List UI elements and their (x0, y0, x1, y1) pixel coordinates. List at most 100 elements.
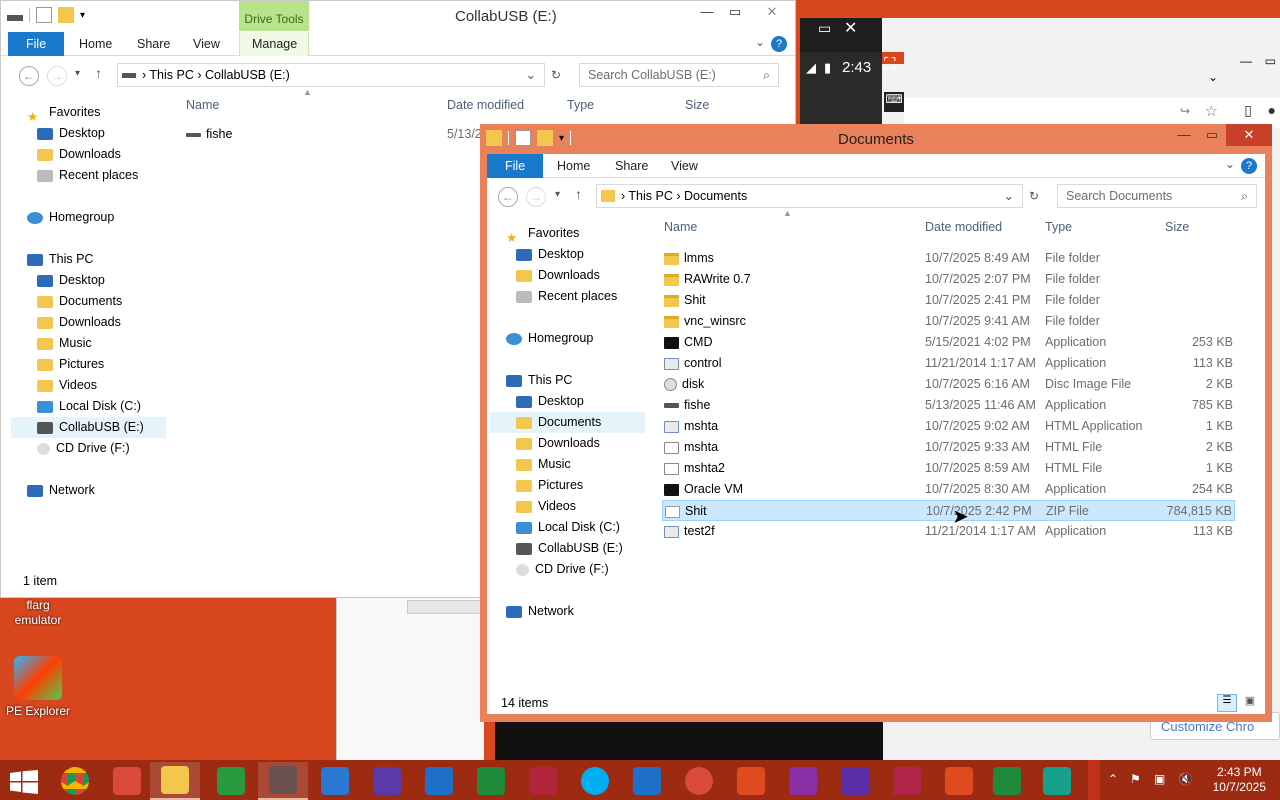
properties-icon[interactable] (515, 130, 531, 146)
search-input[interactable]: Search CollabUSB (E:) ⌕ (579, 63, 779, 87)
file-row[interactable]: disk 10/7/2025 6:16 AM Disc Image File 2 KB (662, 374, 1235, 395)
nav-desktop[interactable]: Desktop (516, 244, 584, 265)
nav-pc-local-disk[interactable]: Local Disk (C:) (516, 517, 620, 538)
volume-mute-icon[interactable]: 🔇 (1178, 772, 1193, 800)
maximize-icon[interactable]: ▭ (1265, 54, 1276, 68)
nav-pc-local-disk[interactable]: Local Disk (C:) (37, 396, 141, 417)
profile-icon[interactable]: ● (1268, 102, 1276, 118)
file-row[interactable]: Oracle VM 10/7/2025 8:30 AM Application 254… (662, 479, 1235, 500)
properties-icon[interactable] (36, 7, 52, 23)
taskbar-store[interactable] (206, 762, 256, 800)
file-row[interactable]: mshta2 10/7/2025 8:59 AM HTML File 1 KB (662, 458, 1235, 479)
nav-homegroup[interactable]: Homegroup (506, 328, 593, 349)
nav-pc-pictures[interactable]: Pictures (516, 475, 583, 496)
file-row[interactable]: RAWrite 0.7 10/7/2025 2:07 PM File folder (662, 269, 1235, 290)
close-button[interactable]: ✕ (1226, 124, 1272, 146)
breadcrumb-this-pc[interactable]: This PC (149, 68, 193, 82)
nav-pc-desktop[interactable]: Desktop (37, 270, 105, 291)
file-row[interactable]: Shit 10/7/2025 2:42 PM ZIP File 784,815 KB (662, 500, 1235, 521)
show-hidden-icons[interactable]: ⌃ (1108, 772, 1118, 800)
file-row[interactable]: mshta 10/7/2025 9:02 AM HTML Application 1 … (662, 416, 1235, 437)
nav-pc-videos[interactable]: Videos (37, 375, 97, 396)
breadcrumb-this-pc[interactable]: This PC (628, 189, 672, 203)
maximize-button[interactable]: ▭ (721, 1, 749, 23)
forward-button[interactable]: → (47, 66, 67, 86)
tab-home[interactable]: Home (67, 32, 124, 56)
nav-pc-cd-drive[interactable]: CD Drive (F:) (516, 559, 609, 580)
nav-pc-documents[interactable]: Documents (37, 291, 122, 312)
star-icon[interactable]: ☆ (1205, 102, 1218, 120)
file-row[interactable]: vnc_winsrc 10/7/2025 9:41 AM File folder (662, 311, 1235, 332)
tab-share[interactable]: Share (603, 154, 660, 178)
up-button[interactable]: ↑ (95, 65, 102, 81)
taskbar-weather[interactable] (310, 762, 360, 800)
nav-network[interactable]: Network (506, 601, 574, 622)
help-icon[interactable]: ? (771, 36, 787, 52)
address-bar[interactable]: › This PC › CollabUSB (E:) ⌄ (117, 63, 545, 87)
taskbar-people[interactable] (726, 762, 776, 800)
details-view-icon[interactable]: ☰ (1217, 694, 1237, 712)
customize-qa-icon[interactable]: ▾ (80, 10, 85, 21)
back-button[interactable]: ← (498, 187, 518, 207)
tab-view[interactable]: View (181, 32, 232, 56)
reading-icon[interactable]: ▯ (1244, 102, 1252, 119)
nav-recent-places[interactable]: Recent places (37, 165, 138, 186)
restore-icon[interactable]: ▭ (818, 20, 831, 37)
taskbar-chrome[interactable] (50, 762, 100, 800)
nav-downloads[interactable]: Downloads (516, 265, 600, 286)
taskbar-app-2[interactable] (258, 762, 308, 800)
maximize-button[interactable]: ▭ (1198, 124, 1226, 146)
file-row[interactable]: mshta 10/7/2025 9:33 AM HTML File 2 KB (662, 437, 1235, 458)
file-row[interactable]: lmms 10/7/2025 8:49 AM File folder (662, 248, 1235, 269)
column-header-date[interactable]: Date modified (447, 98, 524, 112)
taskbar-help[interactable] (674, 762, 724, 800)
taskbar-news[interactable] (518, 762, 568, 800)
column-header-date[interactable]: Date modified (925, 220, 1002, 234)
taskbar-file-explorer[interactable] (150, 762, 200, 800)
column-header-size[interactable]: Size (1165, 220, 1189, 234)
nav-pc-collabusb[interactable]: CollabUSB (E:) (11, 417, 166, 438)
column-header-name[interactable]: Name (186, 98, 219, 112)
nav-pc-music[interactable]: Music (37, 333, 92, 354)
taskbar-music[interactable] (934, 762, 984, 800)
nav-this-pc[interactable]: This PC (27, 249, 93, 270)
recent-locations-icon[interactable]: ▾ (75, 68, 80, 79)
taskbar-app[interactable] (102, 762, 152, 800)
large-icons-view-icon[interactable]: ▣ (1241, 694, 1259, 712)
chevron-down-icon[interactable]: ⌄ (1208, 70, 1218, 84)
flag-icon[interactable]: ⚑ (1130, 772, 1141, 800)
file-row[interactable]: fishe 5/13/2 (186, 124, 486, 145)
help-icon[interactable]: ? (1241, 158, 1257, 174)
new-folder-icon[interactable] (58, 7, 74, 23)
desktop-icon-flarg[interactable]: flarg emulator (0, 598, 76, 628)
fullscreen-icon[interactable]: ⛶ (884, 56, 904, 76)
taskbar-calendar[interactable] (830, 762, 880, 800)
taskbar-camera[interactable] (882, 762, 932, 800)
taskbar-mail[interactable] (414, 762, 464, 800)
taskbar-games[interactable] (362, 762, 412, 800)
expand-ribbon-icon[interactable]: ⌄ (755, 35, 765, 49)
minimize-icon[interactable]: — (1240, 54, 1252, 68)
tab-share[interactable]: Share (125, 32, 182, 56)
tab-view[interactable]: View (659, 154, 710, 178)
breadcrumb-documents[interactable]: Documents (684, 189, 747, 203)
back-button[interactable]: ← (19, 66, 39, 86)
file-row[interactable]: test2f 11/21/2014 1:17 AM Application 113 K… (662, 521, 1235, 542)
nav-pc-downloads[interactable]: Downloads (37, 312, 121, 333)
nav-network[interactable]: Network (27, 480, 95, 501)
column-header-size[interactable]: Size (685, 98, 709, 112)
column-header-type[interactable]: Type (1045, 220, 1072, 234)
refresh-icon[interactable]: ↻ (545, 63, 567, 87)
file-row[interactable]: control 11/21/2014 1:17 AM Application 113 … (662, 353, 1235, 374)
nav-pc-music[interactable]: Music (516, 454, 571, 475)
address-dropdown-icon[interactable]: ⌄ (526, 64, 536, 86)
network-tray-icon[interactable]: ▣ (1154, 772, 1165, 800)
breadcrumb-collabusb[interactable]: CollabUSB (E:) (205, 68, 290, 82)
taskbar-onedrive[interactable] (622, 762, 672, 800)
taskbar-xbox[interactable] (982, 762, 1032, 800)
nav-this-pc[interactable]: This PC (506, 370, 572, 391)
nav-homegroup[interactable]: Homegroup (27, 207, 114, 228)
file-row[interactable]: fishe 5/13/2025 11:46 AM Application 785 KB (662, 395, 1235, 416)
expand-ribbon-icon[interactable]: ⌄ (1225, 157, 1235, 171)
address-dropdown-icon[interactable]: ⌄ (1004, 185, 1014, 207)
